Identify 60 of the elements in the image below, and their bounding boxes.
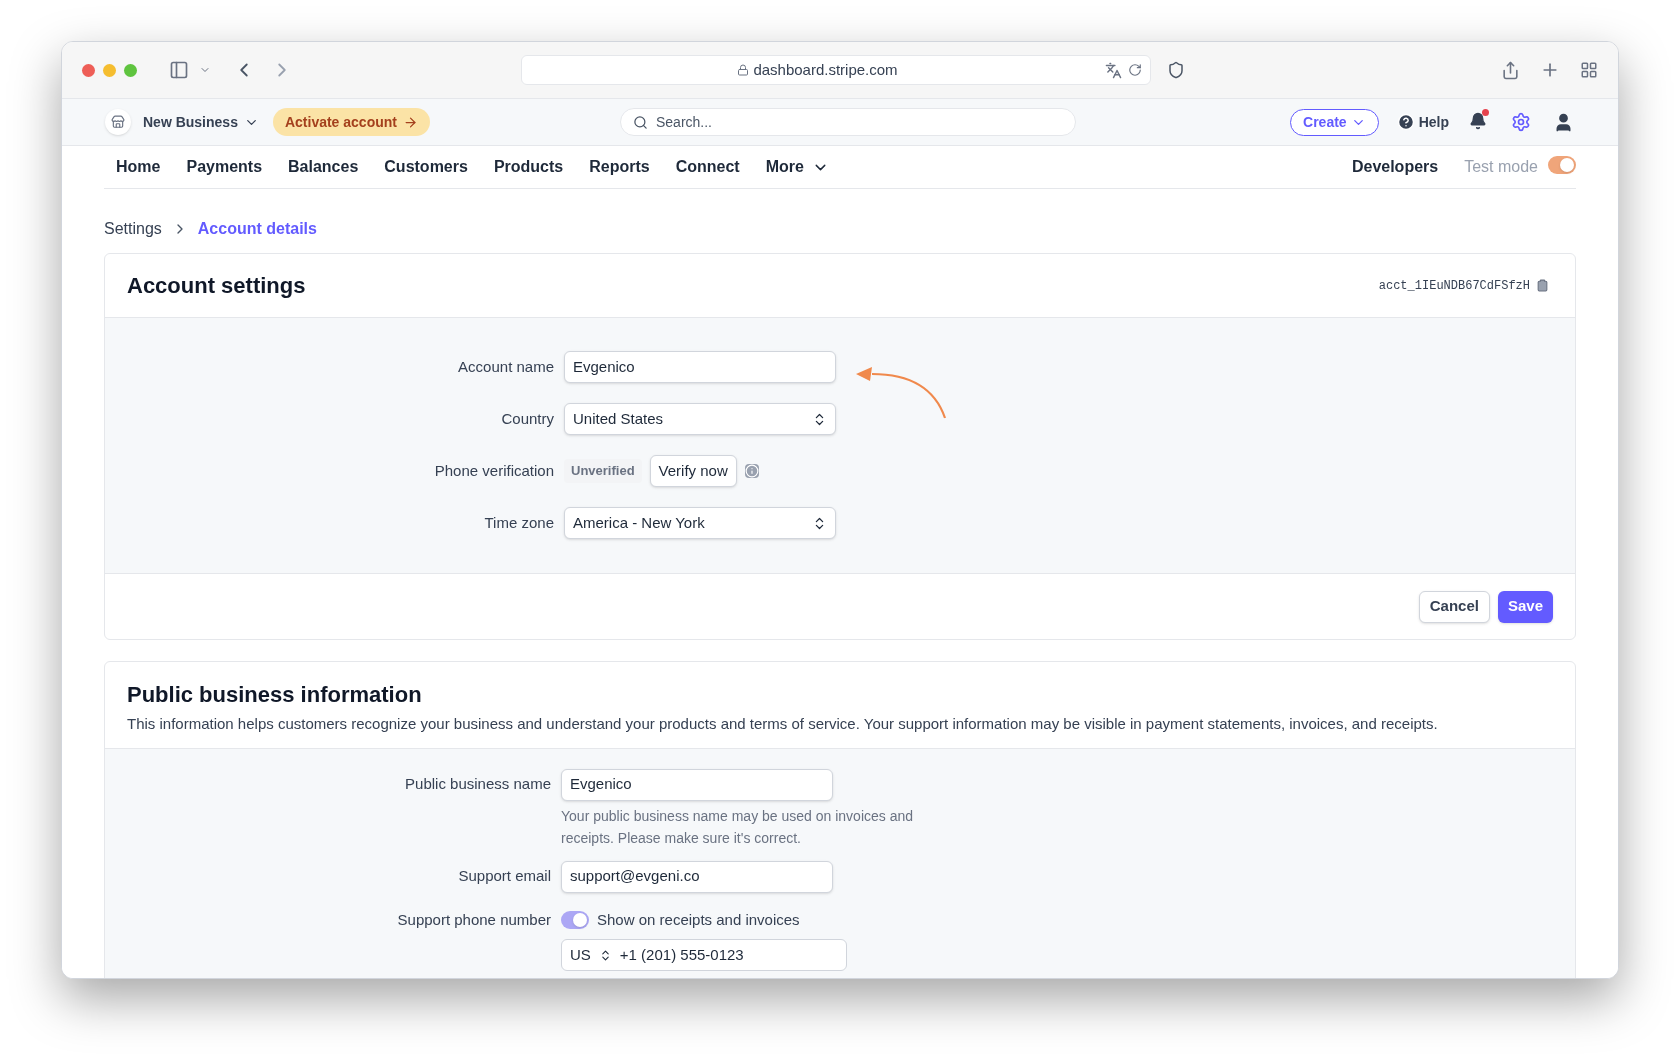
create-button[interactable]: Create: [1290, 108, 1379, 136]
shield-icon[interactable]: [1167, 61, 1185, 79]
nav-link[interactable]: Balances: [288, 155, 359, 179]
sidebar-icon[interactable]: [169, 60, 189, 80]
test-mode-label: Test mode: [1464, 157, 1538, 177]
field-label: Country: [501, 408, 554, 429]
nav-link[interactable]: More: [765, 155, 829, 179]
search-icon: [633, 114, 648, 130]
test-mode-toggle[interactable]: [1548, 156, 1576, 174]
store-icon[interactable]: [105, 109, 131, 135]
translate-icon[interactable]: [1105, 61, 1122, 79]
select-field[interactable]: America - New York: [564, 507, 836, 539]
account-id: acct_1IEuNDB67CdFSfzH: [1378, 277, 1530, 295]
nav-link[interactable]: Products: [493, 155, 564, 179]
tabs-overview-icon[interactable]: [1580, 61, 1598, 79]
field-label: Public business name: [405, 774, 551, 795]
help-text: Your public business name may be used on invoices and receipts. Please make sure it's correct.: [561, 806, 915, 848]
breadcrumb-link[interactable]: Account details: [197, 217, 317, 241]
help-icon: [1396, 113, 1415, 131]
phone-field[interactable]: US +1 (201) 555-0123: [561, 939, 847, 971]
close-icon[interactable]: [82, 63, 95, 77]
card-title: Public business information: [127, 681, 423, 709]
nav-link[interactable]: Customers: [384, 155, 468, 179]
developers-link[interactable]: Developers: [1351, 155, 1439, 179]
field-label: Account name: [458, 356, 554, 377]
nav-link[interactable]: Home: [116, 155, 161, 179]
url-text: dashboard.stripe.com: [753, 59, 898, 80]
breadcrumb-link[interactable]: Settings: [104, 217, 162, 241]
business-switcher[interactable]: New Business: [143, 111, 259, 133]
settings-icon[interactable]: [1511, 112, 1531, 132]
field-label: Phone verification: [434, 460, 554, 481]
lock-icon: [737, 64, 750, 76]
field-label: Time zone: [484, 512, 554, 533]
input-field[interactable]: support@evgeni.co: [561, 860, 833, 893]
card-description: This information helps customers recognize your business and understand your products and terms of service. Your support information may be visible in payment statements, invoices, and receipts.: [127, 714, 1439, 734]
arrow-right-icon: [403, 114, 418, 130]
reload-icon[interactable]: [1128, 63, 1142, 77]
toggle-label: Show on receipts and invoices: [597, 909, 800, 930]
activate-account-button[interactable]: Activate account: [272, 108, 430, 136]
save-button[interactable]: Save: [1497, 590, 1553, 623]
cancel-button[interactable]: Cancel: [1418, 590, 1490, 623]
input-field[interactable]: Evgenico: [561, 768, 833, 801]
status-badge: Unverified: [564, 459, 642, 483]
input-field[interactable]: Evgenico: [564, 351, 836, 383]
nav-link[interactable]: Payments: [186, 155, 263, 179]
nav-link[interactable]: Connect: [675, 155, 740, 179]
field-label: Support phone number: [397, 910, 551, 931]
nav-link[interactable]: Reports: [589, 155, 650, 179]
search-field[interactable]: Search...: [620, 108, 1076, 136]
clipboard-icon[interactable]: [1536, 279, 1549, 292]
field-label: Support email: [458, 866, 551, 887]
verify-button[interactable]: Verify now: [649, 455, 737, 487]
info-icon[interactable]: [744, 464, 759, 478]
toggle-switch[interactable]: [561, 910, 589, 929]
address-bar[interactable]: dashboard.stripe.com: [521, 55, 1151, 85]
help-button[interactable]: Help: [1396, 111, 1449, 133]
bell-icon[interactable]: [1469, 112, 1489, 132]
card-title: Account settings: [127, 272, 306, 300]
share-icon[interactable]: [1501, 60, 1520, 80]
select-field[interactable]: United States: [564, 403, 836, 435]
